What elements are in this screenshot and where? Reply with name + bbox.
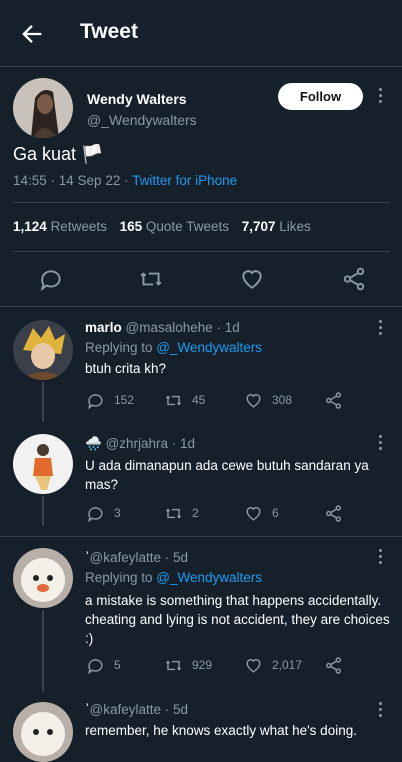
quotes-count: 165 [119, 219, 143, 234]
retweets-stat[interactable]: 1,124 Retweets [13, 219, 107, 234]
reply-author-name[interactable]: marlo [85, 320, 122, 335]
reply-author-name[interactable]: 🌧️ [85, 436, 102, 451]
like-button[interactable]: 2,017 [244, 655, 302, 675]
reply-icon[interactable] [38, 266, 64, 292]
like-icon [246, 393, 261, 408]
retweet-icon[interactable] [138, 266, 164, 292]
divider [0, 536, 402, 537]
divider [13, 251, 390, 252]
retweet-icon [165, 660, 182, 670]
reply-button[interactable]: 5 [86, 655, 121, 675]
share-button[interactable] [324, 503, 352, 523]
reply-icon [87, 393, 103, 409]
share-icon [326, 391, 341, 409]
retweet-count: 929 [192, 658, 213, 672]
reply-count: 5 [114, 658, 121, 672]
retweet-count: 45 [192, 393, 206, 407]
thread-line [42, 610, 44, 692]
reply-text: a mistake is something that happens acci… [85, 593, 390, 646]
more-options-icon[interactable] [379, 435, 383, 451]
quotes-label: Quote Tweets [145, 219, 229, 234]
reply-button[interactable]: 3 [86, 503, 121, 523]
share-button[interactable] [324, 390, 352, 410]
tweet-timestamp: 14:55 · 14 Sep 22 · [13, 173, 133, 188]
likes-stat[interactable]: 7,707 Likes [242, 219, 311, 234]
like-icon[interactable] [239, 266, 265, 292]
retweets-label: Retweets [50, 219, 107, 234]
retweet-icon [165, 508, 182, 518]
like-icon [246, 658, 261, 673]
share-icon [326, 656, 341, 674]
tweet-meta: 14:55 · 14 Sep 22 · Twitter for iPhone [13, 173, 237, 188]
divider [13, 202, 390, 203]
reply-avatar[interactable] [13, 434, 73, 494]
reply-author-handle[interactable]: @zhrjahra · 1d [106, 436, 196, 451]
more-options-icon[interactable] [379, 88, 383, 104]
like-icon [246, 506, 261, 521]
author-avatar[interactable] [13, 78, 73, 138]
tweet-source-link[interactable]: Twitter for iPhone [132, 173, 237, 188]
retweet-button[interactable]: 45 [164, 390, 205, 410]
divider [0, 306, 402, 307]
author-handle[interactable]: @_Wendywalters [87, 112, 197, 128]
reply-avatar[interactable] [13, 320, 73, 380]
like-count: 2,017 [272, 658, 303, 672]
likes-count: 7,707 [241, 219, 276, 234]
reply-header: ʾ@kafeylatte · 5d [85, 702, 188, 717]
replying-to-prefix: Replying to [85, 340, 157, 355]
reply-count: 152 [114, 393, 135, 407]
reply-text: U ada dimanapun ada cewe butuh sandaran … [85, 458, 369, 492]
share-icon[interactable] [341, 266, 367, 292]
tweet-stats: 1,124 Retweets 165 Quote Tweets 7,707 Li… [13, 219, 320, 234]
reply-header: marlo @masalohehe · 1d [85, 320, 240, 335]
like-button[interactable]: 308 [244, 390, 292, 410]
more-options-icon[interactable] [379, 549, 383, 565]
reply-header: 🌧️ @zhrjahra · 1d [85, 436, 195, 452]
reply-text: remember, he knows exactly what he's doi… [85, 723, 357, 738]
retweet-icon [165, 395, 182, 405]
reply-button[interactable]: 152 [86, 390, 134, 410]
replying-to: Replying to @_Wendywalters [85, 340, 262, 355]
replying-to-link[interactable]: @_Wendywalters [156, 340, 262, 355]
more-options-icon[interactable] [379, 320, 383, 336]
thread-line [42, 496, 44, 526]
reply-header: ʾ@kafeylatte · 5d [85, 550, 188, 565]
reply-avatar[interactable] [13, 702, 73, 762]
reply-avatar[interactable] [13, 548, 73, 608]
tweet-text: Ga kuat 🏳️ [13, 144, 104, 164]
reply-count: 3 [114, 506, 121, 520]
like-count: 6 [272, 506, 279, 520]
likes-label: Likes [279, 219, 311, 234]
retweet-count: 2 [192, 506, 199, 520]
follow-button[interactable]: Follow [278, 83, 363, 110]
top-bar: Tweet [0, 0, 402, 67]
like-count: 308 [272, 393, 293, 407]
retweet-button[interactable]: 929 [164, 655, 212, 675]
share-button[interactable] [324, 655, 352, 675]
share-icon [326, 504, 341, 522]
reply-author-handle[interactable]: @masalohehe · 1d [126, 320, 240, 335]
author-name[interactable]: Wendy Walters [87, 91, 187, 107]
replying-to: Replying to @_Wendywalters [85, 570, 262, 585]
reply-icon [87, 658, 103, 674]
reply-author-handle[interactable]: @kafeylatte · 5d [90, 702, 189, 717]
retweet-button[interactable]: 2 [164, 503, 199, 523]
reply-icon [87, 506, 103, 522]
thread-line [42, 382, 44, 422]
like-button[interactable]: 6 [244, 503, 279, 523]
back-arrow-icon[interactable] [18, 20, 46, 48]
reply-text: btuh crita kh? [85, 361, 167, 376]
reply-author-handle[interactable]: @kafeylatte · 5d [90, 550, 189, 565]
replying-to-prefix: Replying to [85, 570, 157, 585]
quote-tweets-stat[interactable]: 165 Quote Tweets [120, 219, 229, 234]
retweets-count: 1,124 [13, 219, 47, 234]
more-options-icon[interactable] [379, 702, 383, 718]
page-title: Tweet [80, 20, 138, 43]
replying-to-link[interactable]: @_Wendywalters [156, 570, 262, 585]
